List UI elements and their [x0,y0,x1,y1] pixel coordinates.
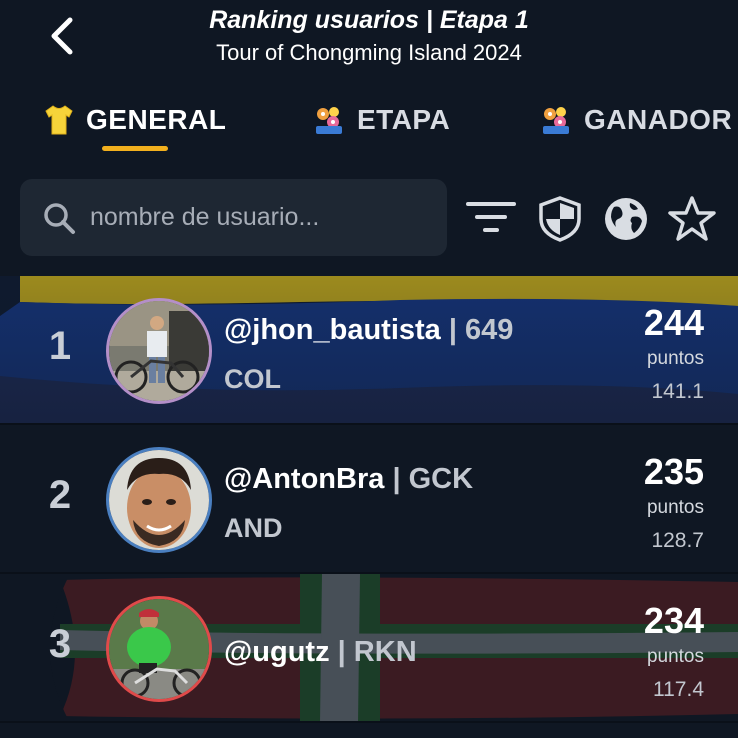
shield-icon [539,196,581,242]
user-line: @ugutz | RKN [224,636,417,669]
tab-ganador[interactable]: GANADOR [540,92,732,148]
tab-bar: GENERAL ETAPA GANADOR [0,92,738,152]
team-code: | 649 [448,314,514,346]
points-value: 244 [643,302,704,343]
username[interactable]: @jhon_bautista [224,314,441,346]
avatar [106,596,212,702]
points-value: 234 [643,600,704,641]
search-box [20,179,447,256]
filter-button[interactable] [465,194,517,244]
yellow-jersey-icon [45,105,73,135]
rank-number: 2 [48,473,72,517]
header: Ranking usuarios | Etapa 1 Tour of Chong… [0,0,738,80]
page-subtitle: Tour of Chongming Island 2024 [216,40,522,65]
avatar [106,298,212,404]
search-icon [44,202,75,234]
country-code: AND [224,513,283,543]
tab-general[interactable]: GENERAL [44,92,226,148]
secondary-score: 128.7 [651,529,704,552]
points-value: 235 [643,451,704,492]
points-label: puntos [646,348,704,369]
tab-general-label: GENERAL [86,104,227,135]
favorites-button[interactable] [666,194,718,244]
user-photo [109,301,209,401]
active-tab-indicator [102,146,168,151]
avatar [106,447,212,553]
tab-ganador-label: GANADOR [584,104,733,135]
rank-number: 3 [48,622,72,666]
points-label: puntos [646,497,704,518]
ranking-row[interactable]: 1 @jhon_bautista | 649 COL 244 puntos 14… [0,276,738,425]
globe-icon [605,198,647,240]
username[interactable]: @AntonBra [224,463,384,495]
team-code: | GCK [392,463,474,495]
user-photo [109,599,209,699]
user-line: @AntonBra | GCK [224,463,473,496]
star-icon [668,196,716,241]
user-line: @jhon_bautista | 649 [224,314,513,347]
ranking-row[interactable]: 3 @ugutz | RKN 234 puntos 117.4 [0,574,738,723]
ranking-list: 1 @jhon_bautista | 649 COL 244 puntos 14… [0,276,738,723]
filter-icon [466,202,516,232]
username[interactable]: @ugutz [224,636,330,668]
country-button[interactable] [600,194,652,244]
country-code: COL [224,364,281,394]
team-shield-button[interactable] [534,194,586,244]
tab-etapa-label: ETAPA [357,104,451,135]
rank-number: 1 [48,324,72,368]
points-label: puntos [646,646,704,667]
page-title: Ranking usuarios | Etapa 1 [209,6,529,34]
user-photo [109,450,209,550]
team-code: | RKN [337,636,417,668]
secondary-score: 141.1 [651,380,704,403]
ranking-row[interactable]: 2 @AntonBra | GCK AND 235 puntos 128.7 [0,425,738,574]
secondary-score: 117.4 [653,678,704,701]
flower-bouquet-icon [543,107,569,134]
search-input[interactable] [90,203,410,232]
tab-etapa[interactable]: ETAPA [313,92,450,148]
flower-bouquet-icon [316,107,342,134]
